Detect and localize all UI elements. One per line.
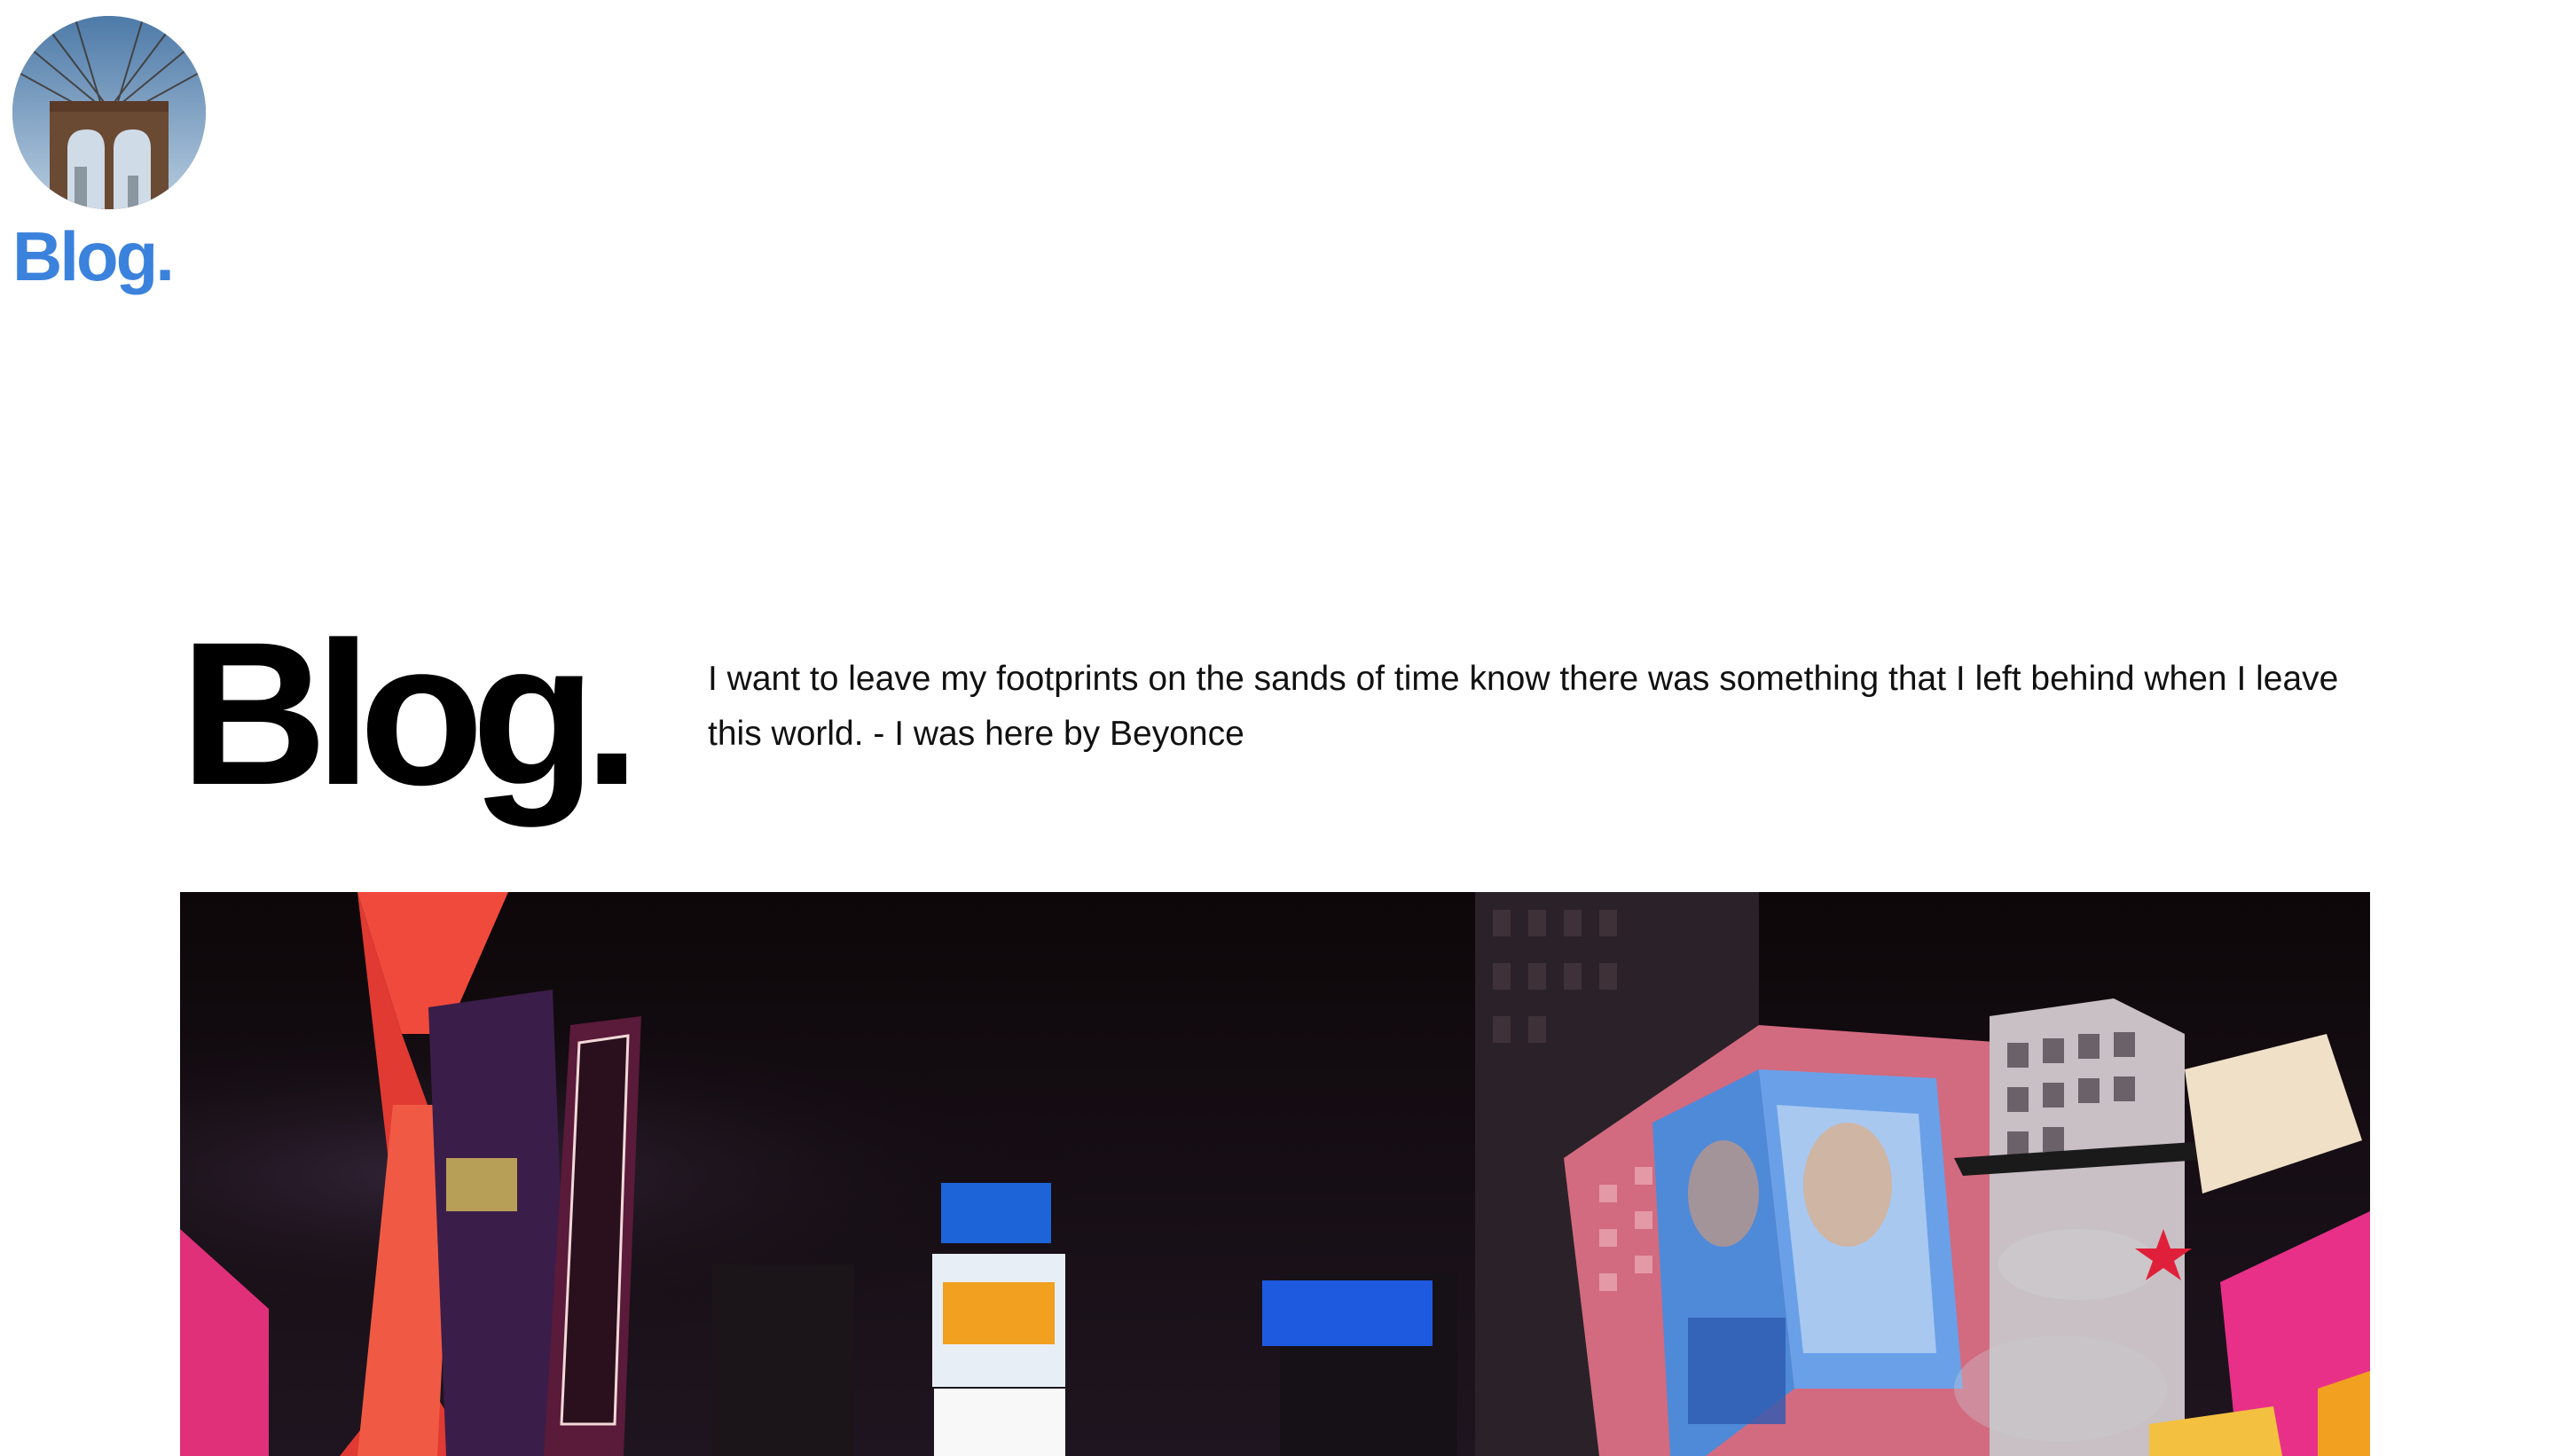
featured-image	[180, 892, 2370, 1456]
bridge-photo-icon	[12, 16, 206, 209]
avatar[interactable]	[12, 16, 206, 209]
hero-quote: I want to leave my footprints on the san…	[708, 660, 2339, 753]
site-title-link[interactable]: Blog.	[12, 222, 175, 291]
page-title: Blog.	[180, 599, 640, 827]
times-square-night-icon	[180, 892, 2370, 1456]
blog-page: Blog. Blog. I want to leave my footprint…	[0, 0, 2551, 1456]
